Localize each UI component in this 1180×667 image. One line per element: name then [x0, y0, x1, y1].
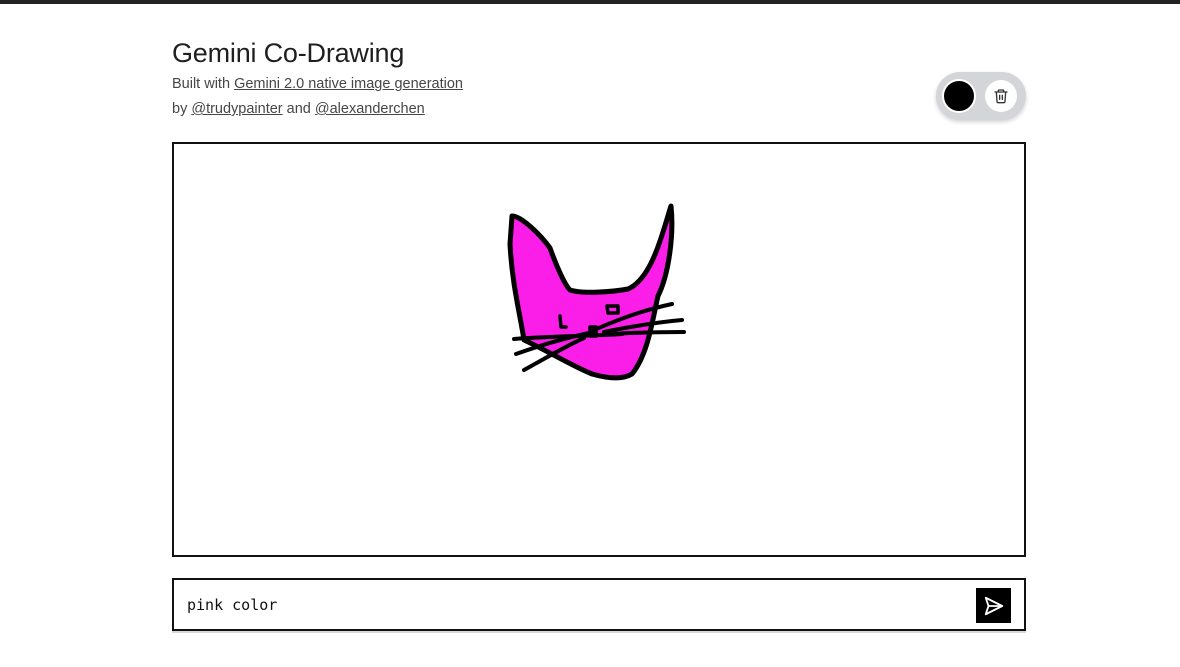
gemini-link[interactable]: Gemini 2.0 native image generation [234, 76, 463, 92]
clear-canvas-button[interactable] [985, 80, 1017, 112]
by-prefix: by [172, 101, 192, 117]
send-button[interactable] [976, 588, 1011, 623]
color-picker-button[interactable] [942, 79, 976, 113]
cat-head [507, 203, 675, 381]
built-with-prefix: Built with [172, 76, 235, 92]
send-icon [983, 595, 1005, 617]
page-header: Gemini Co-Drawing Built with Gemini 2.0 … [172, 36, 1026, 126]
page-title: Gemini Co-Drawing [172, 38, 405, 68]
cat-whisker [612, 330, 686, 336]
prompt-form [172, 578, 1026, 631]
authors-line: by @trudypainter and @alexanderchen [172, 101, 425, 117]
canvas-drawing [507, 203, 686, 381]
author-link-trudypainter[interactable]: @trudypainter [191, 101, 282, 117]
and-text: and [282, 101, 315, 117]
prompt-input[interactable] [187, 589, 967, 621]
trash-icon [993, 88, 1009, 104]
author-link-alexanderchen[interactable]: @alexanderchen [315, 101, 425, 117]
drawing-canvas[interactable] [172, 142, 1026, 557]
built-with-line: Built with Gemini 2.0 native image gener… [172, 76, 463, 92]
drawing-toolbar [936, 72, 1026, 120]
top-border [0, 0, 1180, 4]
